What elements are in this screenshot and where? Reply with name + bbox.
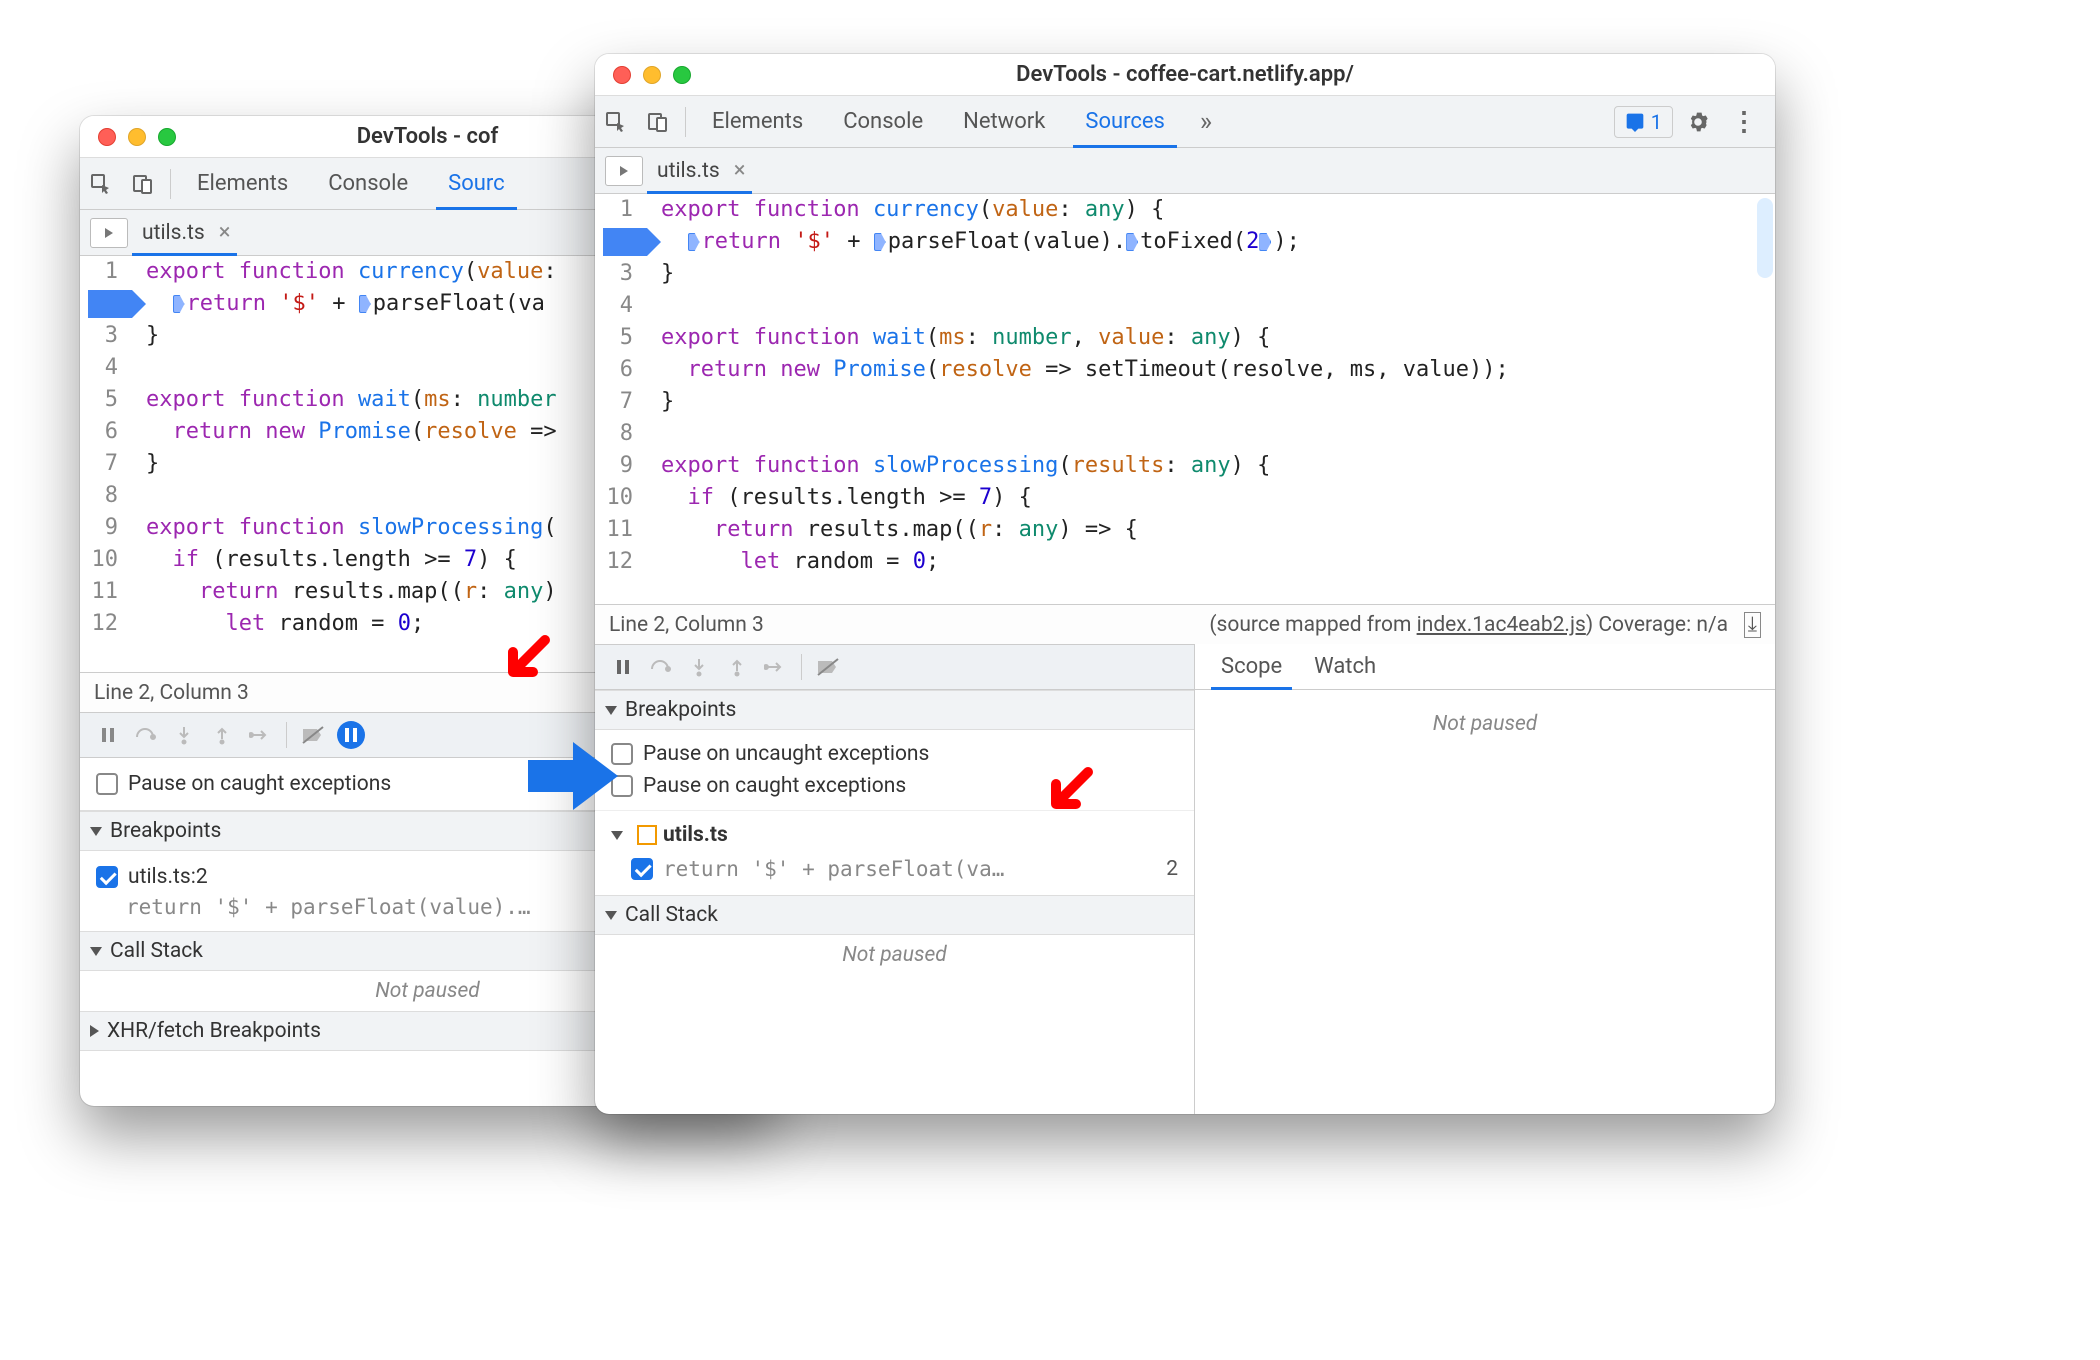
show-navigator-icon[interactable] [90,218,128,248]
issues-count: 1 [1651,110,1662,134]
mapped-file-link[interactable]: index.1ac4eab2.js [1417,613,1586,637]
section-call-stack[interactable]: Call Stack [595,895,1194,935]
pause-caught-label: Pause on caught exceptions [128,772,391,796]
chevron-down-icon [90,947,102,956]
step-out-icon[interactable] [719,649,755,685]
scrollbar-thumb[interactable] [1757,198,1773,278]
filetab-label: utils.ts [657,159,720,183]
tab-elements[interactable]: Elements [177,158,308,209]
step-out-icon[interactable] [204,717,240,753]
file-tabbar: utils.ts × [595,148,1775,194]
chevron-down-icon [605,911,617,920]
step-into-icon[interactable] [681,649,717,685]
filetab-utils-ts[interactable]: utils.ts × [643,148,756,193]
more-tabs-icon[interactable]: » [1185,101,1227,143]
breakpoint-line-badge: 2 [1166,857,1178,881]
cursor-position: Line 2, Column 3 [609,613,764,637]
chevron-down-icon [605,706,617,715]
scope-not-paused: Not paused [1195,704,1775,744]
issues-badge[interactable]: 1 [1614,106,1673,138]
sourcemap-coverage-info: (source mapped from index.1ac4eab2.js) C… [1209,613,1761,637]
step-over-icon[interactable] [128,717,164,753]
window-close-button[interactable] [98,128,116,146]
not-paused-label: Not paused [595,935,1194,975]
tab-sources[interactable]: Sources [1065,96,1185,147]
step-over-icon[interactable] [643,649,679,685]
tab-scope[interactable]: Scope [1205,644,1298,689]
deactivate-breakpoints-icon[interactable] [295,717,331,753]
inspect-element-icon[interactable] [595,101,637,143]
breakpoint-file: utils.ts:2 [128,865,208,889]
chevron-right-icon [90,1025,99,1037]
tab-console[interactable]: Console [823,96,943,147]
breakpoint-file-row[interactable]: utils.ts [609,819,1180,851]
more-menu-icon[interactable]: ⋮ [1723,101,1765,143]
device-toggle-icon[interactable] [637,101,679,143]
window-title: DevTools - coffee-cart.netlify.app/ [595,62,1775,87]
window-minimize-button[interactable] [128,128,146,146]
window-maximize-button[interactable] [673,66,691,84]
editor-statusbar: Line 2, Column 3 (source mapped from ind… [595,604,1775,644]
side-tabbar: Scope Watch [1195,644,1775,690]
step-icon[interactable] [242,717,278,753]
pause-uncaught-label: Pause on uncaught exceptions [643,742,929,766]
step-icon[interactable] [757,649,793,685]
inspect-element-icon[interactable] [80,163,122,205]
pause-icon[interactable] [90,717,126,753]
checkbox-unchecked-icon[interactable] [96,773,118,795]
breakpoint-file: utils.ts [663,823,728,847]
debugger-toolbar [595,644,1194,690]
checkbox-checked-icon[interactable] [96,866,118,888]
settings-gear-icon[interactable] [1677,101,1719,143]
annotation-arrow-red [1038,762,1098,822]
window-close-button[interactable] [613,66,631,84]
titlebar: DevTools - coffee-cart.netlify.app/ [595,54,1775,96]
main-tabbar: Elements Console Network Sources » 1 ⋮ [595,96,1775,148]
collapse-icon[interactable]: ⤓ [1744,612,1761,638]
pause-on-exceptions-icon[interactable] [333,717,369,753]
chevron-down-icon [611,831,623,840]
cursor-position: Line 2, Column 3 [94,681,249,705]
filetab-label: utils.ts [142,221,205,245]
tab-watch[interactable]: Watch [1298,644,1392,689]
breakpoint-code-preview: return '$' + parseFloat(va… [663,855,1156,883]
breakpoint-entry[interactable]: return '$' + parseFloat(va… 2 [609,851,1180,887]
window-minimize-button[interactable] [643,66,661,84]
annotation-arrow-red [495,630,555,690]
deactivate-breakpoints-icon[interactable] [810,649,846,685]
checkbox-checked-icon[interactable] [631,858,653,880]
chevron-down-icon [90,827,102,836]
tab-elements[interactable]: Elements [692,96,823,147]
show-navigator-icon[interactable] [605,156,643,186]
section-breakpoints[interactable]: Breakpoints [595,690,1194,730]
close-icon[interactable]: × [213,220,237,245]
code-editor[interactable]: 123456789101112 export function currency… [595,194,1775,604]
close-icon[interactable]: × [728,158,752,183]
window-maximize-button[interactable] [158,128,176,146]
pause-icon[interactable] [605,649,641,685]
tab-sources[interactable]: Sourc [428,158,525,209]
annotation-arrow-blue [528,736,618,816]
filetab-utils-ts[interactable]: utils.ts × [128,210,241,255]
pause-caught-label: Pause on caught exceptions [643,774,906,798]
ts-file-icon [637,825,657,845]
tab-console[interactable]: Console [308,158,428,209]
tab-network[interactable]: Network [943,96,1065,147]
device-toggle-icon[interactable] [122,163,164,205]
step-into-icon[interactable] [166,717,202,753]
